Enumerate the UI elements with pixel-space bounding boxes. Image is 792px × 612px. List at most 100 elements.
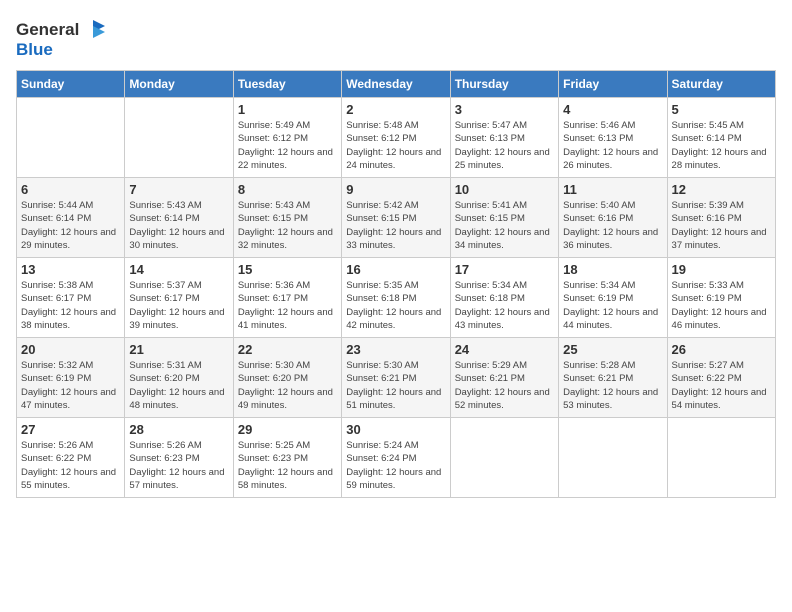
- calendar-cell: [667, 418, 775, 498]
- calendar-cell: 6 Sunrise: 5:44 AMSunset: 6:14 PMDaylight…: [17, 178, 125, 258]
- day-number: 21: [129, 342, 228, 357]
- calendar-week-row: 27 Sunrise: 5:26 AMSunset: 6:22 PMDayligh…: [17, 418, 776, 498]
- day-number: 10: [455, 182, 554, 197]
- calendar-cell: [559, 418, 667, 498]
- weekday-header: Monday: [125, 71, 233, 98]
- calendar-cell: 17 Sunrise: 5:34 AMSunset: 6:18 PMDayligh…: [450, 258, 558, 338]
- day-info: Sunrise: 5:46 AMSunset: 6:13 PMDaylight:…: [563, 119, 662, 172]
- day-info: Sunrise: 5:34 AMSunset: 6:19 PMDaylight:…: [563, 279, 662, 332]
- calendar-cell: 13 Sunrise: 5:38 AMSunset: 6:17 PMDayligh…: [17, 258, 125, 338]
- calendar-cell: 10 Sunrise: 5:41 AMSunset: 6:15 PMDayligh…: [450, 178, 558, 258]
- calendar-cell: 9 Sunrise: 5:42 AMSunset: 6:15 PMDaylight…: [342, 178, 450, 258]
- calendar-table: SundayMondayTuesdayWednesdayThursdayFrid…: [16, 70, 776, 498]
- day-number: 30: [346, 422, 445, 437]
- day-number: 22: [238, 342, 337, 357]
- calendar-cell: 29 Sunrise: 5:25 AMSunset: 6:23 PMDayligh…: [233, 418, 341, 498]
- day-info: Sunrise: 5:26 AMSunset: 6:22 PMDaylight:…: [21, 439, 120, 492]
- day-info: Sunrise: 5:35 AMSunset: 6:18 PMDaylight:…: [346, 279, 445, 332]
- weekday-header: Tuesday: [233, 71, 341, 98]
- calendar-cell: 14 Sunrise: 5:37 AMSunset: 6:17 PMDayligh…: [125, 258, 233, 338]
- calendar-week-row: 20Sunrise: 5:32 AMSunset: 6:19 PMDayligh…: [17, 338, 776, 418]
- day-info: Sunrise: 5:40 AMSunset: 6:16 PMDaylight:…: [563, 199, 662, 252]
- weekday-header: Thursday: [450, 71, 558, 98]
- day-info: Sunrise: 5:27 AMSunset: 6:22 PMDaylight:…: [672, 359, 771, 412]
- calendar-cell: 22 Sunrise: 5:30 AMSunset: 6:20 PMDayligh…: [233, 338, 341, 418]
- calendar-cell: [125, 98, 233, 178]
- calendar-week-row: 13 Sunrise: 5:38 AMSunset: 6:17 PMDayligh…: [17, 258, 776, 338]
- calendar-cell: 7 Sunrise: 5:43 AMSunset: 6:14 PMDaylight…: [125, 178, 233, 258]
- day-info: Sunrise: 5:48 AMSunset: 6:12 PMDaylight:…: [346, 119, 445, 172]
- day-number: 11: [563, 182, 662, 197]
- day-info: Sunrise: 5:37 AMSunset: 6:17 PMDaylight:…: [129, 279, 228, 332]
- calendar-week-row: 6 Sunrise: 5:44 AMSunset: 6:14 PMDaylight…: [17, 178, 776, 258]
- calendar-cell: 11 Sunrise: 5:40 AMSunset: 6:16 PMDayligh…: [559, 178, 667, 258]
- day-number: 23: [346, 342, 445, 357]
- day-number: 4: [563, 102, 662, 117]
- day-number: 17: [455, 262, 554, 277]
- day-info: Sunrise: 5:26 AMSunset: 6:23 PMDaylight:…: [129, 439, 228, 492]
- weekday-header: Friday: [559, 71, 667, 98]
- day-info: Sunrise: 5:30 AMSunset: 6:20 PMDaylight:…: [238, 359, 337, 412]
- day-info: Sunrise: 5:49 AMSunset: 6:12 PMDaylight:…: [238, 119, 337, 172]
- calendar-cell: 20Sunrise: 5:32 AMSunset: 6:19 PMDayligh…: [17, 338, 125, 418]
- day-info: Sunrise: 5:41 AMSunset: 6:15 PMDaylight:…: [455, 199, 554, 252]
- calendar-cell: 19 Sunrise: 5:33 AMSunset: 6:19 PMDayligh…: [667, 258, 775, 338]
- calendar-cell: 5Sunrise: 5:45 AMSunset: 6:14 PMDaylight…: [667, 98, 775, 178]
- logo: General Blue: [16, 16, 107, 60]
- day-number: 7: [129, 182, 228, 197]
- calendar-cell: 4 Sunrise: 5:46 AMSunset: 6:13 PMDaylight…: [559, 98, 667, 178]
- calendar-cell: 8Sunrise: 5:43 AMSunset: 6:15 PMDaylight…: [233, 178, 341, 258]
- calendar-cell: 24 Sunrise: 5:29 AMSunset: 6:21 PMDayligh…: [450, 338, 558, 418]
- calendar-cell: 30 Sunrise: 5:24 AMSunset: 6:24 PMDayligh…: [342, 418, 450, 498]
- logo-blue-text: Blue: [16, 40, 53, 60]
- day-number: 9: [346, 182, 445, 197]
- day-info: Sunrise: 5:28 AMSunset: 6:21 PMDaylight:…: [563, 359, 662, 412]
- calendar-cell: 3 Sunrise: 5:47 AMSunset: 6:13 PMDaylight…: [450, 98, 558, 178]
- day-info: Sunrise: 5:39 AMSunset: 6:16 PMDaylight:…: [672, 199, 771, 252]
- calendar-cell: [450, 418, 558, 498]
- day-info: Sunrise: 5:38 AMSunset: 6:17 PMDaylight:…: [21, 279, 120, 332]
- day-info: Sunrise: 5:24 AMSunset: 6:24 PMDaylight:…: [346, 439, 445, 492]
- calendar-cell: 25Sunrise: 5:28 AMSunset: 6:21 PMDayligh…: [559, 338, 667, 418]
- day-info: Sunrise: 5:33 AMSunset: 6:19 PMDaylight:…: [672, 279, 771, 332]
- day-info: Sunrise: 5:43 AMSunset: 6:14 PMDaylight:…: [129, 199, 228, 252]
- calendar-cell: 18Sunrise: 5:34 AMSunset: 6:19 PMDayligh…: [559, 258, 667, 338]
- day-number: 3: [455, 102, 554, 117]
- day-info: Sunrise: 5:29 AMSunset: 6:21 PMDaylight:…: [455, 359, 554, 412]
- calendar-cell: 21 Sunrise: 5:31 AMSunset: 6:20 PMDayligh…: [125, 338, 233, 418]
- calendar-cell: 27 Sunrise: 5:26 AMSunset: 6:22 PMDayligh…: [17, 418, 125, 498]
- day-info: Sunrise: 5:34 AMSunset: 6:18 PMDaylight:…: [455, 279, 554, 332]
- day-info: Sunrise: 5:47 AMSunset: 6:13 PMDaylight:…: [455, 119, 554, 172]
- day-info: Sunrise: 5:42 AMSunset: 6:15 PMDaylight:…: [346, 199, 445, 252]
- day-number: 12: [672, 182, 771, 197]
- day-number: 6: [21, 182, 120, 197]
- calendar-cell: 15 Sunrise: 5:36 AMSunset: 6:17 PMDayligh…: [233, 258, 341, 338]
- day-number: 19: [672, 262, 771, 277]
- day-number: 15: [238, 262, 337, 277]
- day-info: Sunrise: 5:31 AMSunset: 6:20 PMDaylight:…: [129, 359, 228, 412]
- logo-flag-icon: [79, 16, 107, 44]
- day-number: 14: [129, 262, 228, 277]
- weekday-header: Sunday: [17, 71, 125, 98]
- day-number: 1: [238, 102, 337, 117]
- day-info: Sunrise: 5:30 AMSunset: 6:21 PMDaylight:…: [346, 359, 445, 412]
- weekday-header-row: SundayMondayTuesdayWednesdayThursdayFrid…: [17, 71, 776, 98]
- day-info: Sunrise: 5:44 AMSunset: 6:14 PMDaylight:…: [21, 199, 120, 252]
- calendar-week-row: 1 Sunrise: 5:49 AMSunset: 6:12 PMDaylight…: [17, 98, 776, 178]
- calendar-cell: 1 Sunrise: 5:49 AMSunset: 6:12 PMDaylight…: [233, 98, 341, 178]
- day-number: 5: [672, 102, 771, 117]
- calendar-cell: 12 Sunrise: 5:39 AMSunset: 6:16 PMDayligh…: [667, 178, 775, 258]
- day-number: 8: [238, 182, 337, 197]
- day-number: 16: [346, 262, 445, 277]
- calendar-cell: 16 Sunrise: 5:35 AMSunset: 6:18 PMDayligh…: [342, 258, 450, 338]
- day-number: 24: [455, 342, 554, 357]
- day-number: 27: [21, 422, 120, 437]
- day-info: Sunrise: 5:36 AMSunset: 6:17 PMDaylight:…: [238, 279, 337, 332]
- calendar-cell: 23 Sunrise: 5:30 AMSunset: 6:21 PMDayligh…: [342, 338, 450, 418]
- day-info: Sunrise: 5:32 AMSunset: 6:19 PMDaylight:…: [21, 359, 120, 412]
- day-number: 13: [21, 262, 120, 277]
- day-number: 26: [672, 342, 771, 357]
- page-header: General Blue: [16, 16, 776, 60]
- day-number: 29: [238, 422, 337, 437]
- day-info: Sunrise: 5:25 AMSunset: 6:23 PMDaylight:…: [238, 439, 337, 492]
